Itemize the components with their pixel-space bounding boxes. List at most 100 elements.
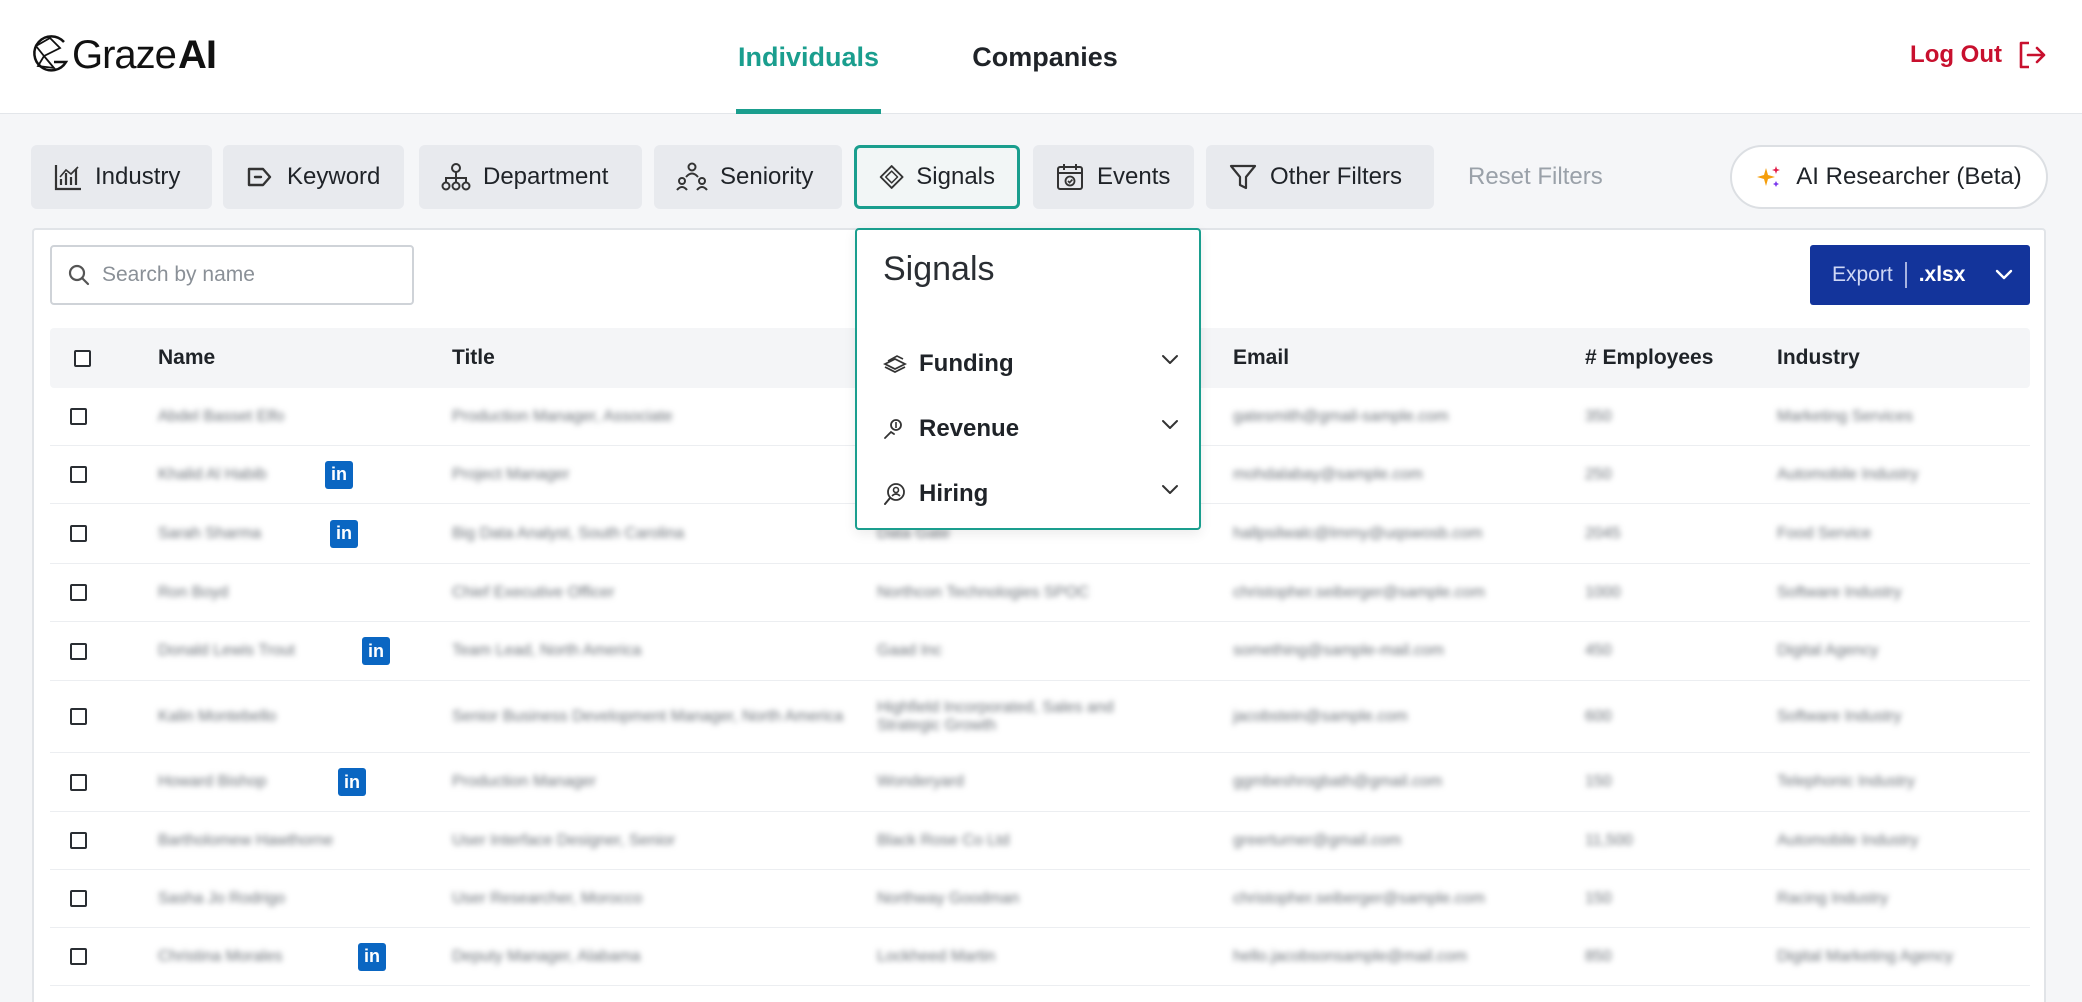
- search-input[interactable]: [102, 263, 382, 287]
- column-employees[interactable]: # Employees: [1585, 328, 1713, 388]
- row-checkbox-cell[interactable]: [70, 446, 87, 503]
- column-industry[interactable]: Industry: [1777, 328, 1860, 388]
- row-checkbox-cell[interactable]: [70, 753, 87, 811]
- funding-item[interactable]: Funding: [883, 342, 1179, 386]
- row-checkbox-cell[interactable]: [70, 504, 87, 563]
- cell-employees: 11,500: [1585, 831, 1633, 849]
- graze-ai-logo[interactable]: Graze AI: [30, 30, 217, 80]
- row-checkbox-cell[interactable]: [70, 681, 87, 752]
- linkedin-icon-cell[interactable]: in: [362, 622, 390, 680]
- events-filter-label: Events: [1097, 163, 1171, 190]
- table-row[interactable]: Kalin Montebello Senior Business Developm…: [50, 681, 2030, 753]
- row-checkbox-cell[interactable]: [70, 388, 87, 445]
- column-email[interactable]: Email: [1233, 328, 1289, 388]
- other-filters-button[interactable]: Other Filters: [1206, 145, 1434, 209]
- ai-researcher-button[interactable]: AI Researcher (Beta): [1730, 145, 2048, 209]
- org-chart-icon: [441, 163, 471, 191]
- chevron-down-icon[interactable]: [1995, 269, 2013, 281]
- row-checkbox-cell[interactable]: [70, 928, 87, 985]
- linkedin-icon[interactable]: in: [358, 942, 386, 971]
- search-box[interactable]: [50, 245, 414, 305]
- table-row[interactable]: Christina Morales Deputy Manager, Alabama…: [50, 928, 2030, 986]
- revenue-label: Revenue: [919, 415, 1020, 442]
- column-name[interactable]: Name: [158, 328, 215, 388]
- linkedin-icon-cell[interactable]: in: [338, 753, 366, 811]
- select-all-checkbox[interactable]: [74, 349, 91, 367]
- cell-name[interactable]: Abdel Basset Elfo: [158, 388, 284, 445]
- row-checkbox[interactable]: [70, 584, 87, 601]
- cell-name[interactable]: Christina Morales: [158, 928, 282, 985]
- cell-industry: Automobile Industry: [1777, 831, 1919, 849]
- cell-name[interactable]: Kalin Montebello: [158, 681, 276, 752]
- cell-email: hallpsilwalc@lmmy@uqswosb.com: [1233, 524, 1483, 542]
- cell-name[interactable]: Donald Lewis Trout: [158, 622, 295, 680]
- signals-filter-button[interactable]: Signals: [854, 145, 1020, 209]
- row-checkbox[interactable]: [70, 773, 87, 791]
- table-row[interactable]: Ron Boyd Chief Executive Officer Northcon …: [50, 564, 2030, 622]
- funnel-icon: [1229, 164, 1257, 190]
- linkedin-icon-cell[interactable]: in: [358, 928, 386, 985]
- keyword-filter-button[interactable]: Keyword: [223, 145, 404, 209]
- row-checkbox[interactable]: [70, 525, 87, 542]
- linkedin-icon-cell[interactable]: in: [330, 504, 358, 563]
- tab-individuals[interactable]: Individuals: [736, 0, 881, 114]
- cell-email: something@sample-mail.com: [1233, 642, 1444, 659]
- table-row[interactable]: Donald Lewis Trout Team Lead, North Ameri…: [50, 622, 2030, 681]
- cell-industry: Software Industry: [1777, 583, 1902, 601]
- tab-individuals-label: Individuals: [737, 41, 880, 72]
- cell-name[interactable]: Ron Boyd: [158, 564, 228, 621]
- linkedin-icon[interactable]: in: [325, 460, 353, 489]
- row-checkbox[interactable]: [70, 890, 87, 907]
- row-checkbox[interactable]: [70, 466, 87, 483]
- tab-companies[interactable]: Companies: [960, 0, 1130, 114]
- industry-filter-button[interactable]: Industry: [31, 145, 212, 209]
- row-checkbox-cell[interactable]: [70, 870, 87, 927]
- cell-name[interactable]: Sarah Sharma: [158, 504, 261, 563]
- cell-title: Production Manager, Associate: [452, 407, 673, 425]
- export-format[interactable]: .xlsx: [1919, 263, 1966, 287]
- department-filter-label: Department: [483, 163, 609, 190]
- logout-icon: [2019, 41, 2046, 69]
- department-filter-button[interactable]: Department: [419, 145, 642, 209]
- row-checkbox[interactable]: [70, 708, 87, 725]
- linkedin-icon[interactable]: in: [330, 519, 358, 548]
- row-checkbox[interactable]: [70, 642, 87, 660]
- row-checkbox-cell[interactable]: [70, 622, 87, 680]
- linkedin-icon[interactable]: in: [338, 768, 366, 796]
- cell-name[interactable]: Howard Bishop: [158, 753, 267, 811]
- reset-filters-button[interactable]: Reset Filters: [1468, 145, 1603, 209]
- signals-dropdown: Signals Funding Revenue Hiring: [855, 228, 1201, 530]
- export-label: Export: [1832, 263, 1893, 286]
- select-all-checkbox-cell[interactable]: [74, 328, 91, 388]
- table-row[interactable]: Bartholomew Hawthorne User Interface Desi…: [50, 812, 2030, 870]
- table-row[interactable]: Howard Bishop Production Manager Wonderyar…: [50, 753, 2030, 812]
- events-filter-button[interactable]: Events: [1033, 145, 1194, 209]
- revenue-item[interactable]: Revenue: [883, 407, 1179, 451]
- tab-companies-label: Companies: [972, 41, 1118, 72]
- money-stack-icon: [883, 355, 907, 374]
- cell-name[interactable]: Bartholomew Hawthorne: [158, 812, 333, 869]
- cell-name[interactable]: Sasha Jo Rodrigo: [158, 870, 285, 927]
- cell-email: mohdalabay@sample.com: [1233, 465, 1423, 483]
- linkedin-icon-cell[interactable]: in: [325, 446, 353, 503]
- logo-ai-text: AI: [177, 32, 217, 77]
- row-checkbox[interactable]: [70, 832, 87, 849]
- cell-name[interactable]: Khalid Al Habib: [158, 446, 267, 503]
- row-checkbox-cell[interactable]: [70, 564, 87, 621]
- cell-industry: Automobile Industry: [1777, 465, 1919, 483]
- export-button[interactable]: Export .xlsx: [1810, 245, 2030, 305]
- hiring-item[interactable]: Hiring: [883, 472, 1179, 516]
- table-row[interactable]: Sasha Jo Rodrigo User Researcher, Morocco…: [50, 870, 2030, 928]
- row-checkbox-cell[interactable]: [70, 812, 87, 869]
- row-checkbox[interactable]: [70, 948, 87, 965]
- keyword-filter-label: Keyword: [287, 163, 381, 190]
- column-title[interactable]: Title: [452, 328, 495, 388]
- cell-industry: Telephonic Industry: [1777, 773, 1915, 790]
- cell-email: greerturner@gmail.com: [1233, 831, 1402, 849]
- linkedin-icon[interactable]: in: [362, 637, 390, 665]
- row-checkbox[interactable]: [70, 408, 87, 425]
- seniority-filter-button[interactable]: Seniority: [654, 145, 842, 209]
- diamond-icon: [879, 165, 904, 189]
- cell-title: Deputy Manager, Alabama: [452, 947, 641, 965]
- logout-button[interactable]: Log Out: [1910, 30, 2048, 80]
